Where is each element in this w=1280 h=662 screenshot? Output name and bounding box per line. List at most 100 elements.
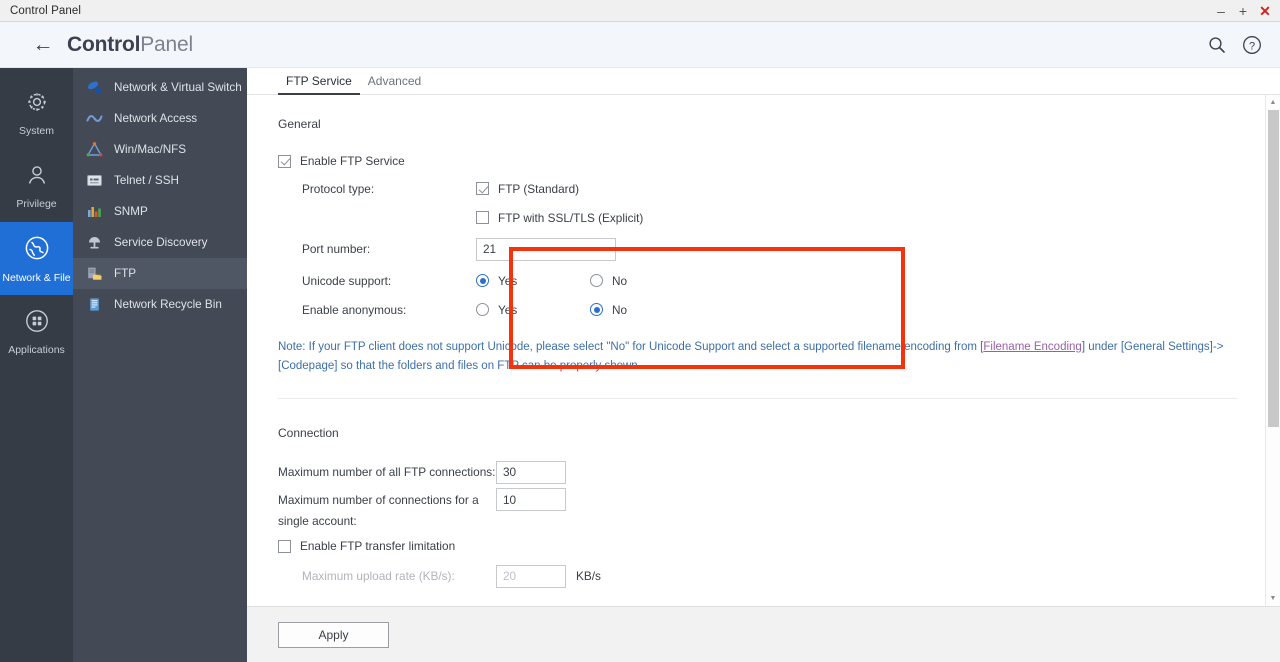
protocol-ftp-ssl-checkbox[interactable] bbox=[476, 211, 489, 224]
settings-scroll-area: General Enable FTP Service Protocol type… bbox=[247, 95, 1280, 606]
close-button[interactable]: ✕ bbox=[1254, 1, 1276, 21]
port-number-input[interactable] bbox=[476, 237, 616, 261]
unicode-note: Note: If your FTP client does not suppor… bbox=[278, 338, 1230, 376]
bar-chart-icon bbox=[85, 203, 103, 221]
max-single-connections-input[interactable] bbox=[496, 488, 566, 511]
tab-advanced[interactable]: Advanced bbox=[360, 74, 429, 94]
max-all-connections-row: Maximum number of all FTP connections: bbox=[278, 457, 1240, 487]
tab-ftp-service[interactable]: FTP Service bbox=[278, 74, 360, 95]
protocol-ssl-row: FTP with SSL/TLS (Explicit) bbox=[278, 203, 1240, 232]
sidebar-item-label: Network & Virtual Switch bbox=[114, 81, 242, 94]
page-title: ControlPanel bbox=[67, 33, 193, 57]
sidebar-item-telnet-ssh[interactable]: Telnet / SSH bbox=[73, 165, 247, 196]
enable-ftp-service-label: Enable FTP Service bbox=[300, 154, 405, 168]
scrollbar-thumb[interactable] bbox=[1267, 110, 1279, 428]
enable-anonymous-label: Enable anonymous: bbox=[302, 302, 407, 317]
window-title: Control Panel bbox=[10, 4, 81, 17]
unicode-support-row: Unicode support: Yes No bbox=[278, 266, 1240, 295]
window-titlebar: Control Panel – + ✕ bbox=[0, 0, 1280, 22]
network-switch-icon bbox=[85, 79, 103, 97]
max-single-connections-row: Maximum number of connections for a sing… bbox=[278, 487, 1240, 531]
win-mac-nfs-icon bbox=[85, 141, 103, 159]
max-upload-rate-input[interactable] bbox=[496, 564, 566, 588]
max-all-connections-input[interactable] bbox=[496, 460, 566, 484]
general-section-heading: General bbox=[278, 117, 321, 131]
category-rail: System Privilege Network & File Applicat… bbox=[0, 68, 73, 662]
enable-ftp-service-row[interactable]: Enable FTP Service bbox=[278, 148, 1240, 174]
sub-navigation: Network & Virtual Switch Network Access … bbox=[73, 68, 247, 662]
unicode-support-label: Unicode support: bbox=[302, 273, 392, 288]
gear-icon bbox=[24, 89, 50, 120]
connection-section-heading: Connection bbox=[278, 426, 339, 440]
footer-bar: Apply bbox=[247, 606, 1280, 662]
svg-text:?: ? bbox=[1249, 40, 1255, 52]
max-upload-rate-unit: KB/s bbox=[576, 569, 601, 583]
window-controls: – + ✕ bbox=[1210, 0, 1276, 22]
enable-anonymous-no-label: No bbox=[612, 302, 628, 317]
max-single-connections-label: Maximum number of connections for a sing… bbox=[278, 487, 496, 532]
help-icon[interactable]: ? bbox=[1242, 35, 1262, 55]
sidebar-item-network-access[interactable]: Network Access bbox=[73, 103, 247, 134]
unicode-support-no-radio[interactable] bbox=[590, 274, 603, 287]
rail-item-label: Privilege bbox=[16, 197, 57, 210]
ftp-folder-icon bbox=[85, 265, 103, 283]
apply-button[interactable]: Apply bbox=[278, 621, 389, 648]
rail-item-system[interactable]: System bbox=[0, 76, 73, 149]
sidebar-item-ftp[interactable]: FTP bbox=[73, 258, 247, 289]
enable-transfer-limitation-row[interactable]: Enable FTP transfer limitation bbox=[278, 531, 1240, 561]
enable-anonymous-no-radio[interactable] bbox=[590, 303, 603, 316]
minimize-button[interactable]: – bbox=[1210, 1, 1232, 21]
enable-anonymous-yes-radio[interactable] bbox=[476, 303, 489, 316]
search-icon[interactable] bbox=[1208, 36, 1226, 54]
protocol-type-label: Protocol type: bbox=[302, 181, 375, 196]
sidebar-item-snmp[interactable]: SNMP bbox=[73, 196, 247, 227]
app-header: ← ControlPanel ? bbox=[0, 22, 1280, 68]
sidebar-item-service-discovery[interactable]: Service Discovery bbox=[73, 227, 247, 258]
header-actions: ? bbox=[1208, 22, 1262, 68]
max-single-label-line1: Maximum number of connections for a bbox=[278, 493, 479, 507]
sidebar-item-win-mac-nfs[interactable]: Win/Mac/NFS bbox=[73, 134, 247, 165]
sidebar-item-label: FTP bbox=[114, 267, 137, 280]
enable-ftp-service-checkbox[interactable] bbox=[278, 154, 291, 168]
terminal-icon bbox=[85, 172, 103, 190]
page-title-bold: Control bbox=[67, 32, 141, 56]
protocol-ftp-standard-checkbox[interactable] bbox=[476, 182, 489, 195]
maximize-button[interactable]: + bbox=[1232, 1, 1254, 21]
enable-anonymous-yes-label: Yes bbox=[498, 302, 518, 317]
app-body: System Privilege Network & File Applicat… bbox=[0, 68, 1280, 662]
section-divider bbox=[278, 398, 1238, 399]
rail-item-privilege[interactable]: Privilege bbox=[0, 149, 73, 222]
unicode-support-no-label: No bbox=[612, 273, 628, 288]
rail-item-network-and-file[interactable]: Network & File bbox=[0, 222, 73, 295]
port-number-row: Port number: bbox=[278, 232, 1240, 266]
max-single-label-line2: single account: bbox=[278, 514, 357, 528]
rail-item-applications[interactable]: Applications bbox=[0, 295, 73, 368]
recycle-bin-icon bbox=[85, 296, 103, 314]
filename-encoding-link[interactable]: Filename Encoding bbox=[983, 341, 1081, 353]
sidebar-item-network-recycle-bin[interactable]: Network Recycle Bin bbox=[73, 289, 247, 320]
sidebar-item-label: Telnet / SSH bbox=[114, 174, 179, 187]
service-discovery-icon bbox=[85, 234, 103, 252]
rail-item-label: Applications bbox=[8, 343, 65, 356]
enable-transfer-limitation-label: Enable FTP transfer limitation bbox=[300, 539, 456, 553]
enable-anonymous-row: Enable anonymous: Yes No bbox=[278, 295, 1240, 324]
tab-bar: FTP Service Advanced bbox=[247, 68, 1280, 95]
unicode-support-yes-label: Yes bbox=[498, 273, 518, 288]
scrollbar-up-arrow[interactable]: ▲ bbox=[1266, 95, 1280, 110]
max-all-connections-label: Maximum number of all FTP connections: bbox=[278, 465, 496, 479]
back-arrow-icon[interactable]: ← bbox=[32, 34, 54, 55]
port-number-label: Port number: bbox=[302, 242, 371, 256]
main-pane: FTP Service Advanced General Enable FTP … bbox=[247, 68, 1280, 662]
unicode-support-yes-radio[interactable] bbox=[476, 274, 489, 287]
page-title-light: Panel bbox=[140, 32, 193, 56]
scrollbar-down-arrow[interactable]: ▼ bbox=[1266, 591, 1280, 606]
sidebar-item-label: Network Recycle Bin bbox=[114, 298, 222, 311]
enable-transfer-limitation-checkbox[interactable] bbox=[278, 539, 291, 553]
sidebar-item-label: Win/Mac/NFS bbox=[114, 143, 187, 156]
globe-icon bbox=[23, 234, 51, 267]
sidebar-item-label: Service Discovery bbox=[114, 236, 208, 249]
vertical-scrollbar[interactable]: ▲ ▼ bbox=[1265, 95, 1280, 606]
sidebar-item-network-virtual-switch[interactable]: Network & Virtual Switch bbox=[73, 72, 247, 103]
max-upload-rate-row: Maximum upload rate (KB/s): KB/s bbox=[278, 561, 1240, 591]
scrollbar-track[interactable] bbox=[1266, 110, 1280, 591]
